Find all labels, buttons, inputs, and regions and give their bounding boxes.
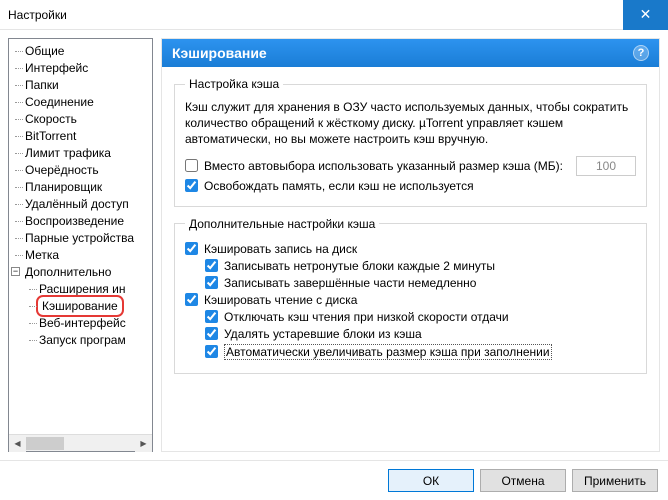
horizontal-scrollbar[interactable]: ◀ ▶ xyxy=(9,434,152,451)
tree-item[interactable]: Интерфейс xyxy=(9,60,152,77)
override-cache-size-checkbox[interactable] xyxy=(185,159,198,172)
override-cache-size-label: Вместо автовыбора использовать указанный… xyxy=(204,159,563,173)
disable-read-low-upload-checkbox[interactable] xyxy=(205,310,218,323)
free-memory-label: Освобождать память, если кэш не использу… xyxy=(204,179,474,193)
titlebar: Настройки ✕ xyxy=(0,0,668,30)
write-untouched-label: Записывать нетронутые блоки каждые 2 мин… xyxy=(224,259,495,273)
tree-item[interactable]: Папки xyxy=(9,77,152,94)
tree-item[interactable]: Удалённый доступ xyxy=(9,196,152,213)
cache-writes-checkbox[interactable] xyxy=(185,242,198,255)
write-finished-label: Записывать завершённые части немедленно xyxy=(224,276,476,290)
apply-button[interactable]: Применить xyxy=(572,469,658,492)
scroll-thumb[interactable] xyxy=(26,437,64,450)
write-untouched-checkbox[interactable] xyxy=(205,259,218,272)
tree-item[interactable]: Соединение xyxy=(9,94,152,111)
dialog-footer: ОК Отмена Применить xyxy=(0,460,668,500)
cache-writes-label: Кэшировать запись на диск xyxy=(204,242,357,256)
cache-reads-checkbox[interactable] xyxy=(185,293,198,306)
category-tree: Общие Интерфейс Папки Соединение Скорост… xyxy=(8,38,153,452)
help-icon[interactable]: ? xyxy=(633,45,649,61)
auto-increase-cache-label: Автоматически увеличивать размер кэша пр… xyxy=(224,344,552,360)
cache-size-input[interactable] xyxy=(576,156,636,176)
scroll-right-icon[interactable]: ▶ xyxy=(135,435,152,452)
panel-title: Кэширование xyxy=(172,45,267,61)
window-title: Настройки xyxy=(8,8,623,22)
tree-item[interactable]: Лимит трафика xyxy=(9,145,152,162)
tree-subitem[interactable]: Запуск програм xyxy=(9,332,152,349)
ok-button[interactable]: ОК xyxy=(388,469,474,492)
cache-reads-label: Кэшировать чтение с диска xyxy=(204,293,357,307)
tree-subitem[interactable]: Веб-интерфейс xyxy=(9,315,152,332)
cancel-button[interactable]: Отмена xyxy=(480,469,566,492)
advanced-cache-group: Дополнительные настройки кэша Кэшировать… xyxy=(174,217,647,374)
collapse-icon[interactable]: − xyxy=(11,267,20,276)
remove-old-blocks-label: Удалять устаревшие блоки из кэша xyxy=(224,327,422,341)
tree-item[interactable]: Парные устройства xyxy=(9,230,152,247)
tree-item[interactable]: Скорость xyxy=(9,111,152,128)
tree-item[interactable]: Метка xyxy=(9,247,152,264)
tree-item[interactable]: Планировщик xyxy=(9,179,152,196)
write-finished-checkbox[interactable] xyxy=(205,276,218,289)
tree-item[interactable]: Воспроизведение xyxy=(9,213,152,230)
group-legend: Настройка кэша xyxy=(185,77,283,91)
tree-item-advanced[interactable]: −Дополнительно xyxy=(9,264,152,281)
tree-subitem[interactable]: Расширения ин xyxy=(9,281,152,298)
tree-subitem-caching[interactable]: Кэширование xyxy=(9,298,152,315)
close-button[interactable]: ✕ xyxy=(623,0,668,30)
auto-increase-cache-checkbox[interactable] xyxy=(205,345,218,358)
group-legend: Дополнительные настройки кэша xyxy=(185,217,379,231)
cache-description: Кэш служит для хранения в ОЗУ часто испо… xyxy=(185,99,636,148)
cache-settings-group: Настройка кэша Кэш служит для хранения в… xyxy=(174,77,647,207)
free-memory-checkbox[interactable] xyxy=(185,179,198,192)
tree-item[interactable]: BitTorrent xyxy=(9,128,152,145)
scroll-left-icon[interactable]: ◀ xyxy=(9,435,26,452)
tree-item[interactable]: Общие xyxy=(9,43,152,60)
panel-header: Кэширование ? xyxy=(162,39,659,67)
remove-old-blocks-checkbox[interactable] xyxy=(205,327,218,340)
tree-item[interactable]: Очерёдность xyxy=(9,162,152,179)
content-panel: Кэширование ? Настройка кэша Кэш служит … xyxy=(161,38,660,452)
disable-read-low-upload-label: Отключать кэш чтения при низкой скорости… xyxy=(224,310,509,324)
